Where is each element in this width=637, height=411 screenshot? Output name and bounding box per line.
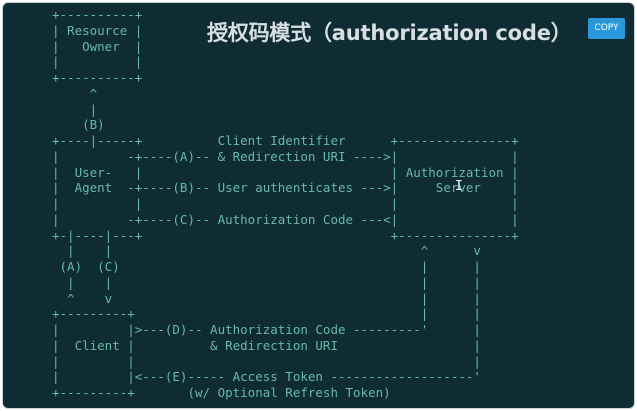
code-block-title: 授权码模式（authorization code） [207,21,572,45]
oauth-ascii-diagram[interactable]: +----------+ | Resource | | Owner | | | … [52,7,519,401]
code-block: +----------+ | Resource | | Owner | | | … [2,2,635,409]
diagram-line: | -+----(A)-- & Redirection URI ---->| | [52,148,519,164]
diagram-line: | | [52,54,143,70]
diagram-line: +---------+ | | [52,306,481,322]
diagram-line: | -+----(C)-- Authorization Code ---<| | [52,211,519,227]
diagram-line: (B) [52,117,105,133]
diagram-line: +---------+ (w/ Optional Refresh Token) [52,385,391,400]
text-cursor-icon: I [455,179,463,194]
diagram-line: | Agent -+----(B)-- User authenticates -… [52,180,519,196]
diagram-line: | [52,101,98,117]
diagram-line: | Client | & Redirection URI | [52,337,481,353]
diagram-line: | Resource | [52,22,143,38]
diagram-line: +----------+ [52,7,143,22]
copy-button[interactable]: COPY [588,18,625,39]
diagram-line: +----------+ [52,70,143,85]
diagram-line: ^ [52,85,98,101]
diagram-line: | | | [52,353,481,369]
diagram-line: +-|----|---+ +---------------+ [52,227,519,243]
diagram-line: | User- | | Authorization | [52,164,519,180]
diagram-line: | |<---(E)----- Access Token -----------… [52,369,481,385]
diagram-line: | | ^ v [52,243,481,259]
diagram-line: | Owner | [52,38,143,54]
diagram-line: | | | | [52,274,481,290]
diagram-line: (A) (C) | | [52,259,481,274]
diagram-line: | |>---(D)-- Authorization Code --------… [52,322,481,337]
diagram-line: ^ v | | [52,290,481,306]
diagram-line: | | | | [52,196,519,211]
diagram-line: +----|-----+ Client Identifier +--------… [52,133,519,148]
